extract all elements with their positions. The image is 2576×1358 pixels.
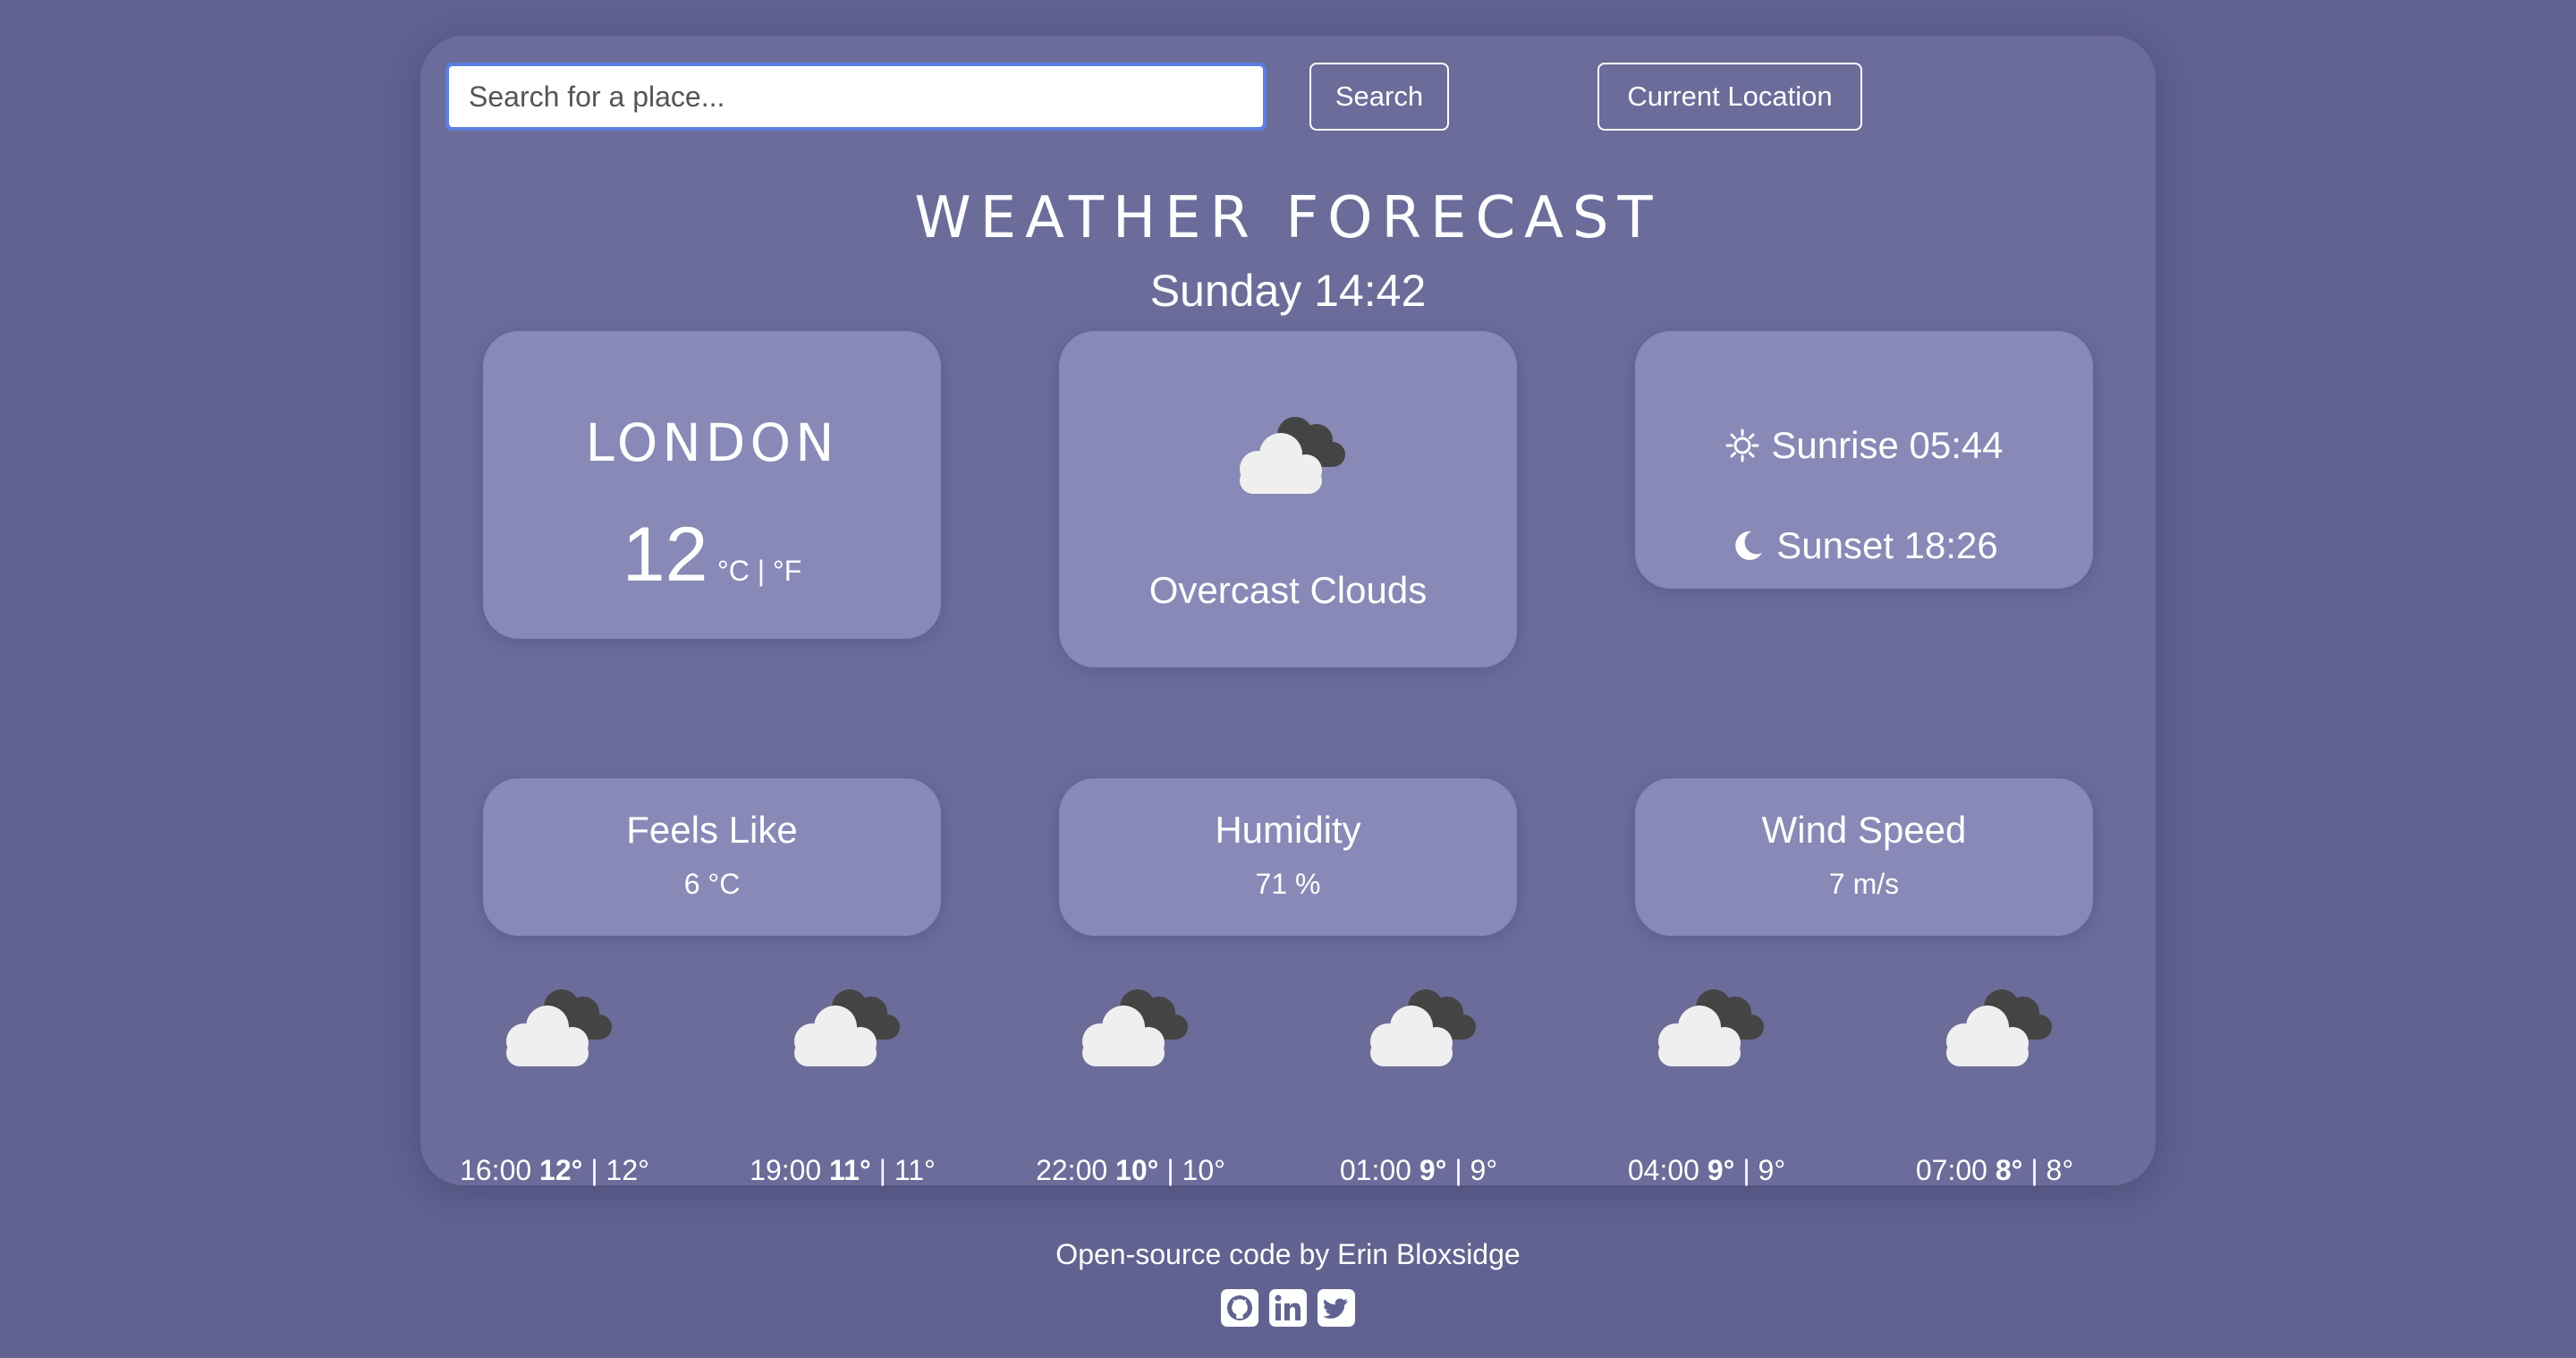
weather-app-card: Search Current Location WEATHER FORECAST… bbox=[420, 36, 2156, 1186]
temperature-value: 12 bbox=[622, 512, 708, 598]
linkedin-icon[interactable] bbox=[1268, 1288, 1308, 1328]
sunset-row: Sunset 18:26 bbox=[1635, 521, 2093, 571]
sunrise-row: Sunrise 05:44 bbox=[1635, 420, 2093, 471]
github-icon[interactable] bbox=[1220, 1288, 1259, 1328]
wind-speed-panel: Wind Speed 7 m/s bbox=[1635, 778, 2093, 936]
humidity-value: 71 % bbox=[1255, 868, 1321, 900]
feels-like-panel: Feels Like 6 °C bbox=[483, 778, 941, 936]
sunrise-time: Sunrise 05:44 bbox=[1771, 424, 2004, 466]
wind-speed-label: Wind Speed bbox=[1761, 809, 1967, 851]
overcast-cloud-icon bbox=[1240, 417, 1345, 494]
city-temperature-panel: LONDON 12 °C | °F bbox=[483, 331, 941, 639]
moon-icon bbox=[1735, 530, 1763, 560]
search-input[interactable] bbox=[445, 63, 1267, 131]
forecast-low: 8° bbox=[2046, 1154, 2074, 1186]
forecast-item: 16:00 12° | 12° bbox=[438, 984, 671, 1199]
forecast-text: 22:00 10° | 10° bbox=[1036, 1154, 1225, 1186]
forecast-item: 07:00 8° | 8° bbox=[1878, 984, 2111, 1199]
forecast-text: 01:00 9° | 9° bbox=[1339, 1154, 1498, 1186]
forecast-high: 12° bbox=[539, 1154, 583, 1186]
forecast-high: 11° bbox=[829, 1154, 871, 1186]
forecast-high: 8° bbox=[1995, 1154, 2023, 1186]
current-date-time: Sunday 14:42 bbox=[1149, 266, 1427, 316]
sunrise-sunset-panel: Sunrise 05:44 Sunset 18:26 bbox=[1635, 331, 2093, 589]
forecast-low: 11° bbox=[894, 1154, 936, 1186]
page-title: WEATHER FORECAST bbox=[914, 185, 1662, 251]
overcast-cloud-icon bbox=[1658, 989, 1764, 1066]
forecast-high: 9° bbox=[1419, 1154, 1447, 1186]
overcast-cloud-icon bbox=[1370, 989, 1476, 1066]
forecast-high: 10° bbox=[1115, 1154, 1159, 1186]
forecast-item: 01:00 9° | 9° bbox=[1302, 984, 1535, 1199]
feels-like-label: Feels Like bbox=[626, 809, 798, 851]
search-button[interactable]: Search bbox=[1309, 63, 1449, 131]
forecast-item: 04:00 9° | 9° bbox=[1590, 984, 1823, 1199]
feels-like-value: 6 °C bbox=[683, 868, 741, 900]
overcast-cloud-icon bbox=[506, 989, 612, 1066]
forecast-low: 10° bbox=[1182, 1154, 1225, 1186]
condition-panel: Overcast Clouds bbox=[1059, 331, 1517, 667]
sunset-time: Sunset 18:26 bbox=[1776, 524, 1998, 566]
forecast-time: 22:00 bbox=[1036, 1154, 1108, 1186]
overcast-cloud-icon bbox=[1946, 989, 2052, 1066]
page: Search Current Location WEATHER FORECAST… bbox=[0, 0, 2576, 1358]
twitter-icon[interactable] bbox=[1317, 1288, 1356, 1328]
overcast-cloud-icon bbox=[794, 989, 900, 1066]
overcast-cloud-icon bbox=[1082, 989, 1188, 1066]
humidity-label: Humidity bbox=[1215, 809, 1361, 851]
forecast-text: 04:00 9° | 9° bbox=[1627, 1154, 1786, 1186]
temperature-row: 12 °C | °F bbox=[483, 510, 941, 622]
humidity-panel: Humidity 71 % bbox=[1059, 778, 1517, 936]
forecast-high: 9° bbox=[1707, 1154, 1735, 1186]
forecast-low: 9° bbox=[1758, 1154, 1786, 1186]
city-name: LONDON bbox=[585, 412, 839, 473]
social-links bbox=[0, 1288, 2576, 1328]
temperature-unit-toggle[interactable]: °C | °F bbox=[717, 555, 801, 587]
forecast-item: 19:00 11° | 11° bbox=[726, 984, 959, 1199]
forecast-text: 07:00 8° | 8° bbox=[1915, 1154, 2074, 1186]
forecast-low: 12° bbox=[606, 1154, 649, 1186]
forecast-time: 16:00 bbox=[460, 1154, 532, 1186]
forecast-time: 01:00 bbox=[1339, 1154, 1411, 1186]
wind-speed-value: 7 m/s bbox=[1828, 868, 1900, 900]
condition-text: Overcast Clouds bbox=[1148, 569, 1428, 611]
forecast-text: 19:00 11° | 11° bbox=[750, 1154, 936, 1186]
sun-icon bbox=[1725, 429, 1759, 463]
forecast-low: 9° bbox=[1470, 1154, 1498, 1186]
forecast-item: 22:00 10° | 10° bbox=[1014, 984, 1247, 1199]
forecast-time: 07:00 bbox=[1915, 1154, 1987, 1186]
current-location-button[interactable]: Current Location bbox=[1597, 63, 1862, 131]
forecast-text: 16:00 12° | 12° bbox=[460, 1154, 649, 1186]
footer-credit: Open-source code by Erin Bloxsidge bbox=[1055, 1238, 1521, 1270]
forecast-time: 19:00 bbox=[750, 1154, 822, 1186]
forecast-time: 04:00 bbox=[1627, 1154, 1699, 1186]
